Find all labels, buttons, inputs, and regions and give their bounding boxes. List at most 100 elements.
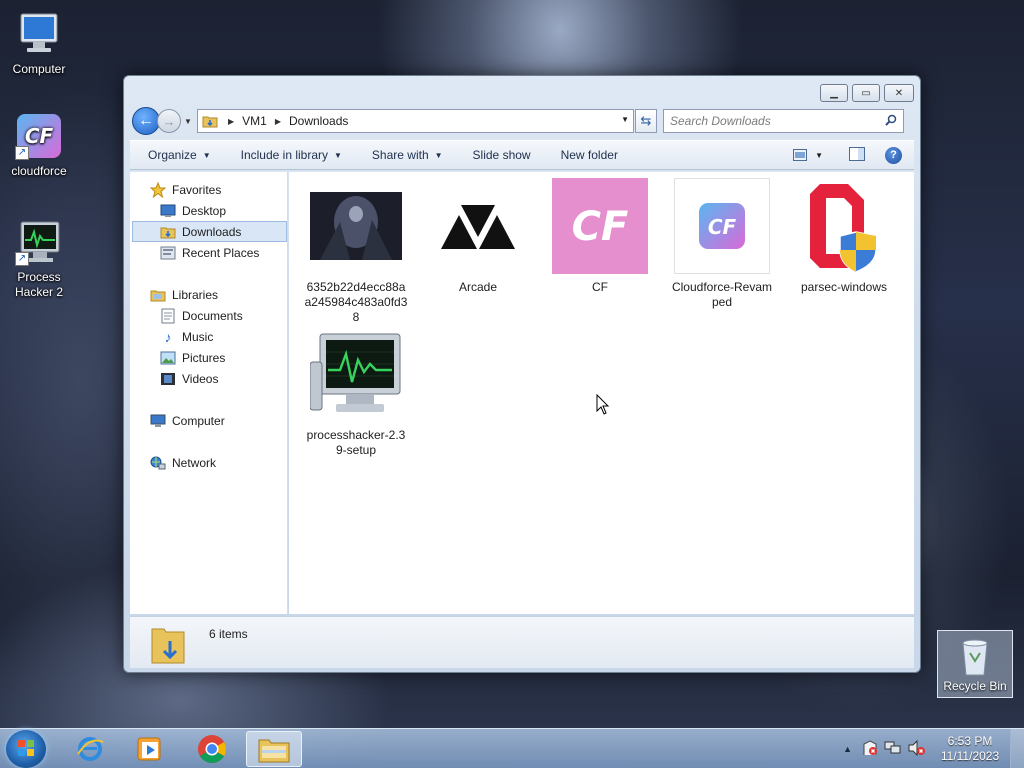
nav-pictures[interactable]: Pictures	[160, 347, 225, 368]
nav-network[interactable]: Network	[150, 452, 216, 473]
file-item[interactable]: CF CF	[548, 178, 652, 295]
share-with-menu[interactable]: Share with ▼	[354, 141, 455, 169]
cf-image-thumbnail: CF	[552, 178, 648, 274]
desktop-icon-recycle-bin[interactable]: Recycle Bin	[937, 630, 1013, 698]
nav-recent-places[interactable]: Recent Places	[160, 242, 259, 263]
start-button[interactable]	[6, 730, 46, 768]
parsec-installer-icon	[796, 178, 892, 274]
close-button[interactable]: ✕	[884, 84, 914, 102]
computer-icon	[150, 413, 166, 429]
preview-pane-icon	[849, 146, 865, 161]
help-icon[interactable]: ?	[885, 146, 902, 164]
view-icon	[793, 149, 808, 161]
file-item[interactable]: parsec-windows	[792, 178, 896, 295]
nav-music[interactable]: ♪ Music	[160, 326, 214, 347]
file-item[interactable]: Arcade	[426, 178, 530, 295]
address-bar[interactable]: ▶ VM1 ▶ Downloads ▼	[197, 109, 634, 133]
desktop-icon-cloudforce[interactable]: CF ↗ cloudforce	[0, 112, 78, 179]
svg-text:CF: CF	[708, 215, 737, 239]
back-arrow-icon: ←	[138, 112, 154, 129]
nav-downloads[interactable]: Downloads	[132, 221, 287, 242]
chevron-down-icon: ▼	[815, 150, 823, 160]
navigation-pane: Favorites Desktop Downloads Recent Place…	[130, 172, 288, 614]
svg-text:CF: CF	[572, 204, 629, 250]
details-pane: 6 items	[130, 616, 914, 668]
nav-libraries[interactable]: Libraries	[150, 284, 218, 305]
nav-label: Favorites	[172, 182, 222, 197]
chevron-down-icon: ▼	[202, 150, 211, 160]
address-dropdown-icon[interactable]: ▼	[621, 115, 629, 124]
include-in-library-label: Include in library	[240, 148, 328, 162]
back-button[interactable]: ←	[132, 107, 160, 135]
file-name: processhacker-2.39-setup	[306, 428, 406, 457]
slide-show-button[interactable]: Slide show	[455, 141, 543, 169]
include-in-library-menu[interactable]: Include in library ▼	[223, 141, 354, 169]
nav-favorites[interactable]: Favorites	[150, 179, 221, 200]
network-icon	[150, 455, 166, 471]
file-item[interactable]: 6352b22d4ecc88aa245984c483a0fd38	[304, 178, 408, 325]
maximize-button[interactable]: ▭	[852, 84, 880, 102]
file-name: parsec-windows	[800, 280, 888, 294]
item-count: 6 items	[209, 627, 248, 641]
shortcut-arrow-icon: ↗	[15, 252, 29, 266]
nav-label: Downloads	[182, 224, 242, 239]
organize-menu[interactable]: Organize ▼	[130, 141, 223, 169]
nav-desktop[interactable]: Desktop	[160, 200, 226, 221]
file-item[interactable]: CF Cloudforce-Revamped	[670, 178, 774, 310]
recycle-bin-icon	[955, 635, 995, 677]
new-folder-button[interactable]: New folder	[543, 141, 630, 169]
search-input[interactable]: Search Downloads	[663, 109, 904, 133]
nav-videos[interactable]: Videos	[160, 368, 218, 389]
show-hidden-icons-button[interactable]: ▲	[843, 744, 852, 754]
music-note-icon: ♪	[164, 328, 172, 345]
volume-muted-icon[interactable]	[908, 739, 926, 759]
process-hacker-setup-icon	[308, 326, 404, 422]
taskbar-internet-explorer[interactable]	[62, 731, 118, 767]
show-desktop-button[interactable]	[1010, 729, 1024, 768]
desktop-icon-process-hacker[interactable]: ↗ Process Hacker 2	[0, 218, 78, 300]
taskbar-chrome[interactable]	[184, 731, 240, 767]
nav-documents[interactable]: Documents	[160, 305, 243, 326]
windows-explorer-icon	[258, 739, 290, 763]
forward-button[interactable]: →	[157, 109, 181, 133]
nav-label: Pictures	[182, 350, 226, 365]
file-name: CF	[592, 280, 608, 294]
arcade-logo-icon	[430, 178, 526, 274]
nav-label: Music	[182, 329, 214, 344]
recent-places-icon	[160, 245, 176, 261]
desktop-icon-computer[interactable]: Computer	[0, 10, 78, 77]
explorer-window: ▁ ▭ ✕ ← → ▼ ▶ VM1 ▶ Downloads ▼ ⇆ Search…	[123, 75, 921, 673]
chrome-icon	[198, 735, 226, 763]
breadcrumb-downloads[interactable]: Downloads	[289, 114, 348, 128]
file-name: 6352b22d4ecc88aa245984c483a0fd38	[304, 280, 408, 324]
pictures-icon	[160, 350, 176, 366]
folder-download-icon	[150, 623, 186, 668]
nav-computer[interactable]: Computer	[150, 410, 225, 431]
refresh-button[interactable]: ⇆	[635, 109, 657, 133]
change-view-button[interactable]: ▼	[793, 149, 823, 161]
nav-label: Recent Places	[182, 245, 260, 260]
file-item[interactable]: processhacker-2.39-setup	[304, 326, 408, 458]
slide-show-label: Slide show	[472, 148, 531, 162]
shortcut-arrow-icon: ↗	[15, 146, 29, 160]
documents-icon	[160, 308, 176, 324]
network-status-icon[interactable]	[884, 740, 902, 759]
minimize-button[interactable]: ▁	[820, 84, 848, 102]
nav-label: Libraries	[172, 287, 219, 302]
refresh-icon: ⇆	[640, 113, 652, 128]
action-center-icon[interactable]	[862, 739, 878, 759]
share-with-label: Share with	[371, 148, 429, 162]
preview-pane-button[interactable]	[849, 146, 865, 164]
breadcrumb-vm1[interactable]: VM1	[242, 114, 267, 128]
taskbar-clock[interactable]: 6:53 PM 11/11/2023	[930, 734, 1010, 764]
taskbar-media-player[interactable]	[122, 731, 178, 767]
taskbar-windows-explorer[interactable]	[246, 731, 302, 767]
search-placeholder: Search Downloads	[670, 114, 771, 128]
recycle-bin-label: Recycle Bin	[943, 679, 1007, 693]
nav-label: Videos	[182, 371, 219, 386]
computer-icon	[15, 10, 63, 58]
chevron-down-icon: ▼	[434, 150, 443, 160]
recent-pages-dropdown[interactable]: ▼	[181, 117, 195, 126]
command-bar: Organize ▼ Include in library ▼ Share with…	[130, 140, 914, 170]
svg-text:CF: CF	[25, 124, 54, 148]
